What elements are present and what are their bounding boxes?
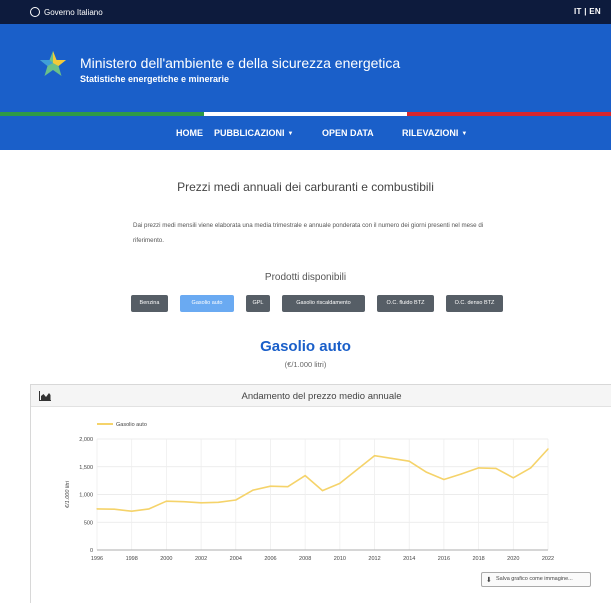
data-point [495, 467, 497, 470]
x-tick-label: 2020 [507, 556, 519, 562]
data-point [321, 489, 324, 492]
data-point [356, 468, 358, 471]
download-icon: ⬇ [486, 577, 492, 584]
data-point [460, 473, 462, 475]
x-tick-label: 2022 [542, 556, 554, 562]
product-button-gpl[interactable]: GPL [246, 295, 270, 312]
language-switcher: IT | EN [574, 7, 601, 16]
x-tick-label: 2014 [403, 556, 415, 562]
y-tick-label: 0 [90, 548, 93, 554]
chart-card-header: Andamento del prezzo medio annuale [31, 385, 611, 407]
nav-item-rilevazioni[interactable]: RILEVAZIONI ▼ [402, 128, 467, 138]
data-point [165, 500, 168, 502]
data-point [269, 485, 272, 487]
data-point [529, 467, 532, 469]
product-button-gasolio-riscaldamento[interactable]: Gasolio riscaldamento [282, 295, 365, 312]
data-point [200, 502, 202, 504]
lang-en-link[interactable]: EN [589, 7, 601, 16]
data-point [287, 486, 289, 488]
selected-product-unit: (€/1.000 litri) [284, 360, 327, 369]
price-line-chart: 0 500 1,000 1,500 2,000 1996 1998 2000 2002 2004 2… [65, 422, 554, 562]
ministry-star-logo-icon[interactable] [38, 49, 68, 79]
italian-emblem-icon [30, 7, 40, 17]
nav-rilevazioni-label: RILEVAZIONI [402, 128, 459, 138]
x-tick-label: 2010 [334, 556, 346, 562]
data-point [443, 478, 445, 481]
lang-separator: | [584, 7, 587, 16]
selected-product-title: Gasolio auto [260, 338, 351, 355]
save-chart-image-button[interactable]: ⬇ Salva grafico come immagine... [481, 572, 591, 587]
x-tick-label: 1996 [91, 556, 103, 562]
x-tick-label: 2012 [368, 556, 380, 562]
product-button-benzina[interactable]: Benzina [131, 295, 168, 312]
x-tick-label: 1998 [126, 556, 138, 562]
data-point [130, 510, 133, 512]
product-button-gasolio-auto[interactable]: Gasolio auto [180, 295, 234, 312]
data-point [477, 467, 480, 469]
nav-item-pubblicazioni[interactable]: PUBBLICAZIONI ▼ [214, 128, 293, 138]
governo-italiano-link[interactable]: Governo Italiano [30, 7, 103, 17]
page-title: Prezzi medi annuali dei carburanti e com… [177, 180, 434, 194]
data-point [512, 477, 515, 479]
products-heading: Prodotti disponibili [264, 272, 347, 283]
chart-card: Andamento del prezzo medio annuale 0 500 1… [30, 384, 611, 603]
x-tick-label: 2000 [160, 556, 172, 562]
data-point [235, 499, 237, 501]
y-tick-label: 500 [84, 520, 93, 526]
nav-item-open-data[interactable]: OPEN DATA [322, 128, 374, 138]
x-tick-label: 2006 [264, 556, 276, 562]
x-tick-label: 2002 [195, 556, 207, 562]
page-description: Dai prezzi medi mensili viene elaborata … [133, 222, 484, 244]
nav-home-label: HOME [176, 128, 203, 138]
site-title[interactable]: Ministero dell'ambiente e della sicurezz… [80, 55, 400, 71]
top-bar: Governo Italiano IT | EN [0, 0, 611, 24]
data-point [148, 508, 150, 510]
x-tick-label: 2004 [230, 556, 242, 562]
nav-pubblicazioni-label: PUBBLICAZIONI [214, 128, 285, 138]
y-tick-label: 2,000 [79, 437, 93, 443]
data-point [113, 508, 116, 510]
data-point [339, 482, 341, 485]
data-point [547, 448, 549, 450]
save-chart-label: Salva grafico come immagine... [496, 576, 573, 582]
data-point [373, 454, 376, 457]
data-point [425, 471, 428, 473]
x-tick-label: 2008 [299, 556, 311, 562]
product-button-oc-denso-btz[interactable]: O.C. denso BTZ [446, 295, 503, 312]
y-axis-label: €/1.000 litri [65, 480, 71, 508]
main-nav: HOME PUBBLICAZIONI ▼ OPEN DATA RILEVAZION… [0, 116, 611, 150]
legend-label: Gasolio auto [116, 422, 147, 428]
data-point [217, 501, 220, 503]
product-buttons: Benzina Gasolio auto GPL Gasolio riscald… [0, 295, 611, 313]
site-subtitle: Statistiche energetiche e minerarie [80, 74, 230, 84]
series-line-gasolio-auto [96, 448, 549, 512]
nav-item-home[interactable]: HOME [176, 128, 203, 138]
product-button-oc-fluido-btz[interactable]: O.C. fluido BTZ [377, 295, 434, 312]
nav-open-data-label: OPEN DATA [322, 128, 374, 138]
governo-italiano-label: Governo Italiano [44, 7, 103, 17]
chevron-down-icon: ▼ [287, 131, 294, 137]
x-tick-label: 2018 [472, 556, 484, 562]
site-header: Ministero dell'ambiente e della sicurezz… [0, 24, 611, 112]
chart-card-title: Andamento del prezzo medio annuale [241, 391, 402, 402]
data-point [408, 460, 410, 462]
chevron-down-icon: ▼ [461, 131, 468, 137]
x-tick-label: 2016 [438, 556, 450, 562]
data-point [304, 474, 306, 477]
data-point [252, 489, 254, 491]
data-point [391, 457, 393, 460]
lang-it-link[interactable]: IT [574, 7, 582, 16]
y-tick-label: 1,500 [79, 465, 93, 471]
data-point [96, 508, 98, 510]
data-point [183, 501, 185, 503]
y-tick-label: 1,000 [79, 493, 93, 499]
